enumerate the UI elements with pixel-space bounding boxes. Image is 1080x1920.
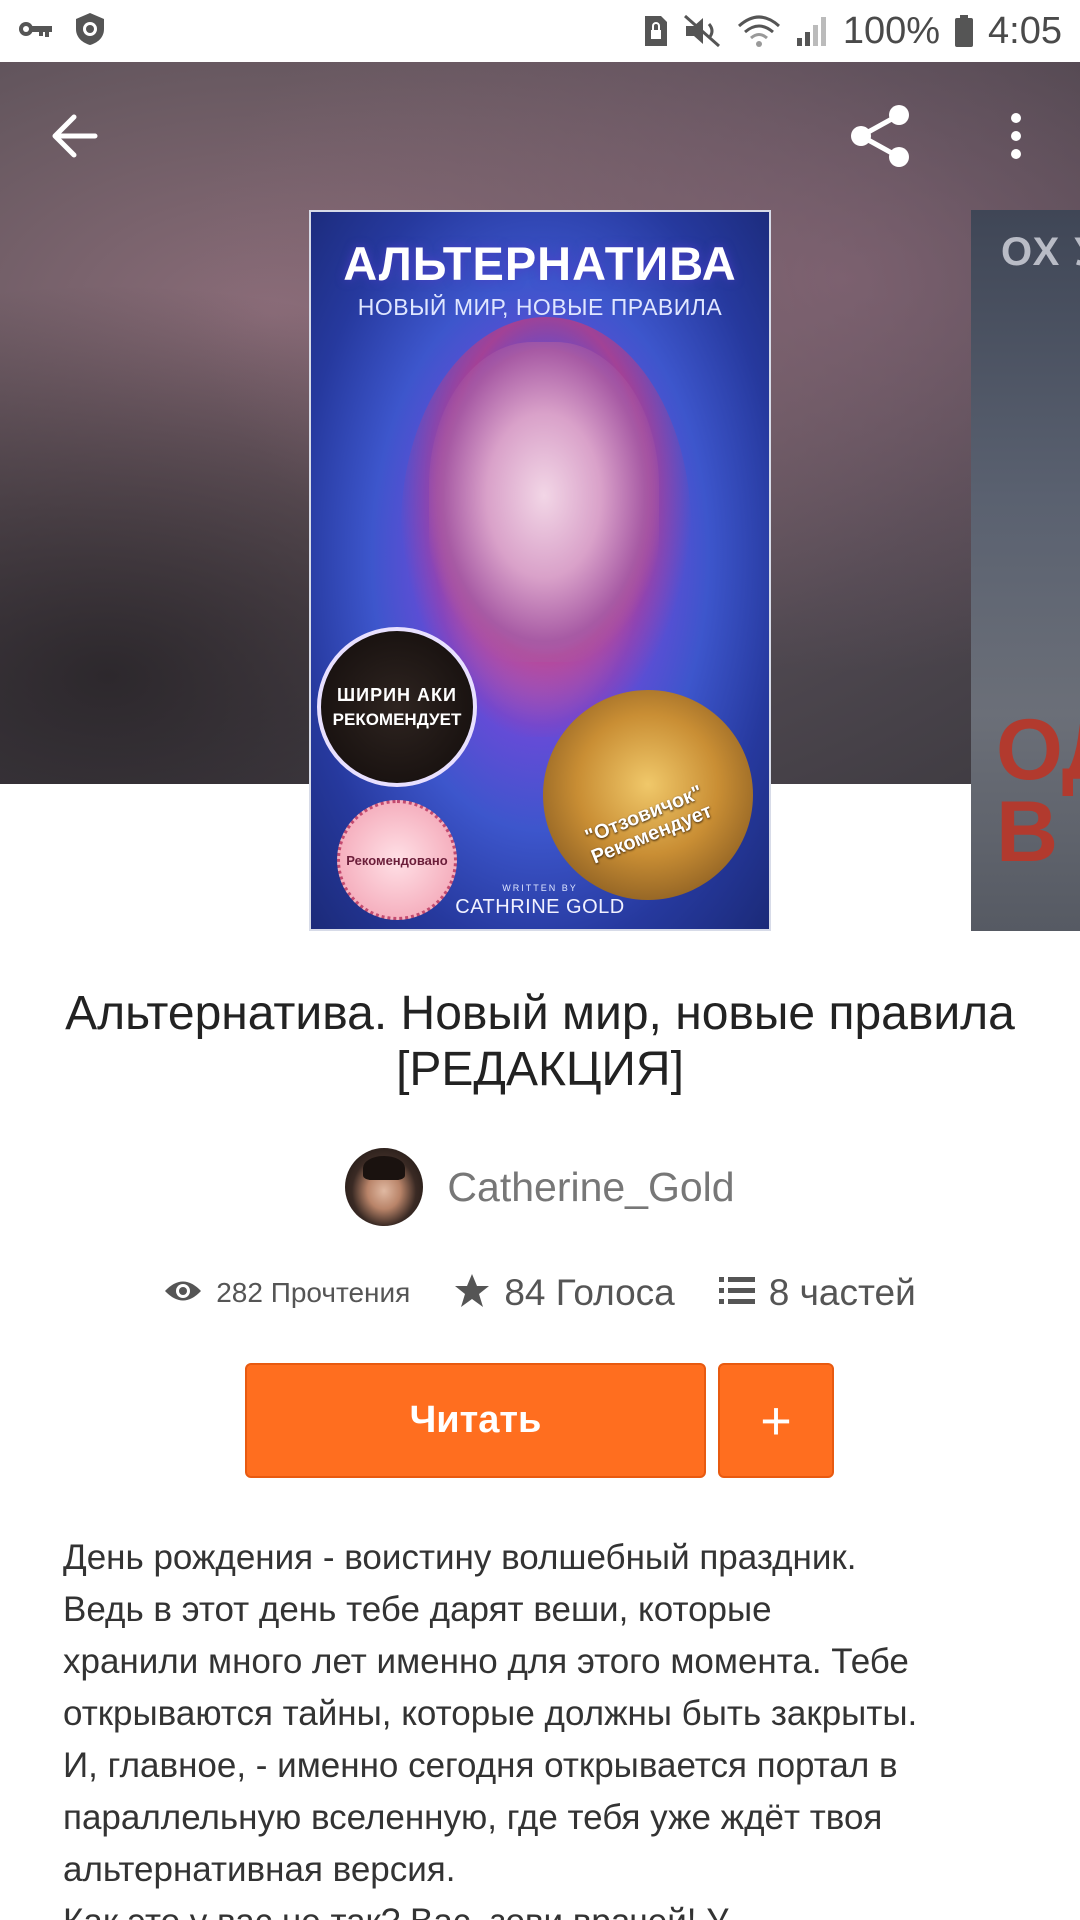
add-to-library-button[interactable]: + bbox=[718, 1363, 834, 1478]
badge-dark-main: РЕКОМЕНДУЕТ bbox=[332, 709, 462, 729]
author-row[interactable]: Catherine_Gold bbox=[0, 1148, 1080, 1226]
avatar[interactable] bbox=[345, 1148, 424, 1226]
cover-art-portrait bbox=[429, 342, 659, 662]
more-options-button[interactable] bbox=[974, 96, 1058, 180]
share-icon bbox=[847, 103, 913, 174]
cover-author: CATHRINE GOLD bbox=[455, 896, 625, 918]
back-arrow-icon bbox=[50, 114, 98, 163]
more-vert-icon bbox=[1008, 112, 1024, 165]
read-button[interactable]: Читать bbox=[245, 1363, 706, 1478]
description-line: День рождения - воистину волшебный празд… bbox=[63, 1538, 857, 1577]
vpn-key-icon bbox=[18, 18, 54, 45]
plus-icon: + bbox=[760, 1390, 792, 1451]
status-bar: 100% 4:05 bbox=[0, 0, 1080, 62]
list-icon bbox=[718, 1275, 755, 1312]
clock: 4:05 bbox=[988, 9, 1062, 52]
shield-icon bbox=[74, 12, 106, 51]
eye-icon bbox=[164, 1278, 202, 1309]
next-book-cover[interactable]: ОХ У ОД В bbox=[971, 210, 1080, 931]
book-description: День рождения - воистину волшебный празд… bbox=[63, 1532, 1040, 1920]
battery-icon bbox=[954, 14, 974, 48]
next-cover-top-text: ОХ У bbox=[1001, 230, 1080, 274]
stat-parts-text: 8 частей bbox=[768, 1272, 916, 1313]
book-cover[interactable]: АЛЬТЕРНАТИВА НОВЫЙ МИР, НОВЫЕ ПРАВИЛА ШИ… bbox=[309, 210, 771, 931]
battery-percent: 100% bbox=[842, 9, 941, 52]
description-line: альтернативная версия. bbox=[63, 1850, 456, 1889]
book-title: Альтернатива. Новый мир, новые правила [… bbox=[65, 987, 1015, 1096]
cover-title: АЛЬТЕРНАТИВА bbox=[343, 237, 737, 290]
stat-votes-text: 84 Голоса bbox=[504, 1272, 675, 1313]
star-icon bbox=[454, 1273, 490, 1314]
signal-icon bbox=[795, 14, 829, 48]
mute-icon bbox=[683, 14, 723, 48]
stat-reads: 282 Прочтения bbox=[164, 1277, 410, 1309]
description-line: И, главное, - именно сегодня открывается… bbox=[63, 1746, 898, 1785]
stat-reads-text: 282 Прочтения bbox=[216, 1277, 411, 1308]
wifi-icon bbox=[737, 14, 781, 48]
back-button[interactable] bbox=[32, 96, 116, 180]
cover-badge-recommends: ШИРИН АКИ РЕКОМЕНДУЕТ bbox=[317, 627, 477, 787]
description-line: хранили много лет именно для этого момен… bbox=[63, 1642, 909, 1681]
description-line: открываются тайны, которые должны быть з… bbox=[63, 1694, 918, 1733]
stat-votes: 84 Голоса bbox=[454, 1272, 675, 1314]
sim-lock-icon bbox=[643, 14, 669, 48]
cover-badge-gold: "Отзовичок" Рекомендует bbox=[543, 690, 753, 900]
stats-row: 282 Прочтения 84 Голоса 8 частей bbox=[0, 1272, 1080, 1314]
description-line: параллельную вселенную, где тебя уже ждё… bbox=[63, 1798, 883, 1837]
share-button[interactable] bbox=[838, 96, 922, 180]
badge-dark-top: ШИРИН АКИ bbox=[337, 684, 457, 705]
description-line: Как это у вас не так? Вас, зови врачей! … bbox=[63, 1896, 1040, 1920]
badge-pink-text: Рекомендовано bbox=[346, 852, 448, 868]
next-cover-red-text: ОД В bbox=[996, 702, 1080, 880]
author-name[interactable]: Catherine_Gold bbox=[447, 1164, 734, 1211]
cover-subtitle: НОВЫЙ МИР, НОВЫЕ ПРАВИЛА bbox=[357, 294, 723, 320]
stat-parts: 8 частей bbox=[718, 1272, 916, 1314]
status-left bbox=[18, 12, 106, 51]
description-line: Ведь в этот день тебе дарят веши, которы… bbox=[63, 1590, 772, 1629]
cover-written-by: WRITTEN BY bbox=[502, 883, 578, 893]
status-right: 100% 4:05 bbox=[643, 10, 1062, 53]
badge-gold-text: "Отзовичок" Рекомендует bbox=[582, 781, 716, 869]
